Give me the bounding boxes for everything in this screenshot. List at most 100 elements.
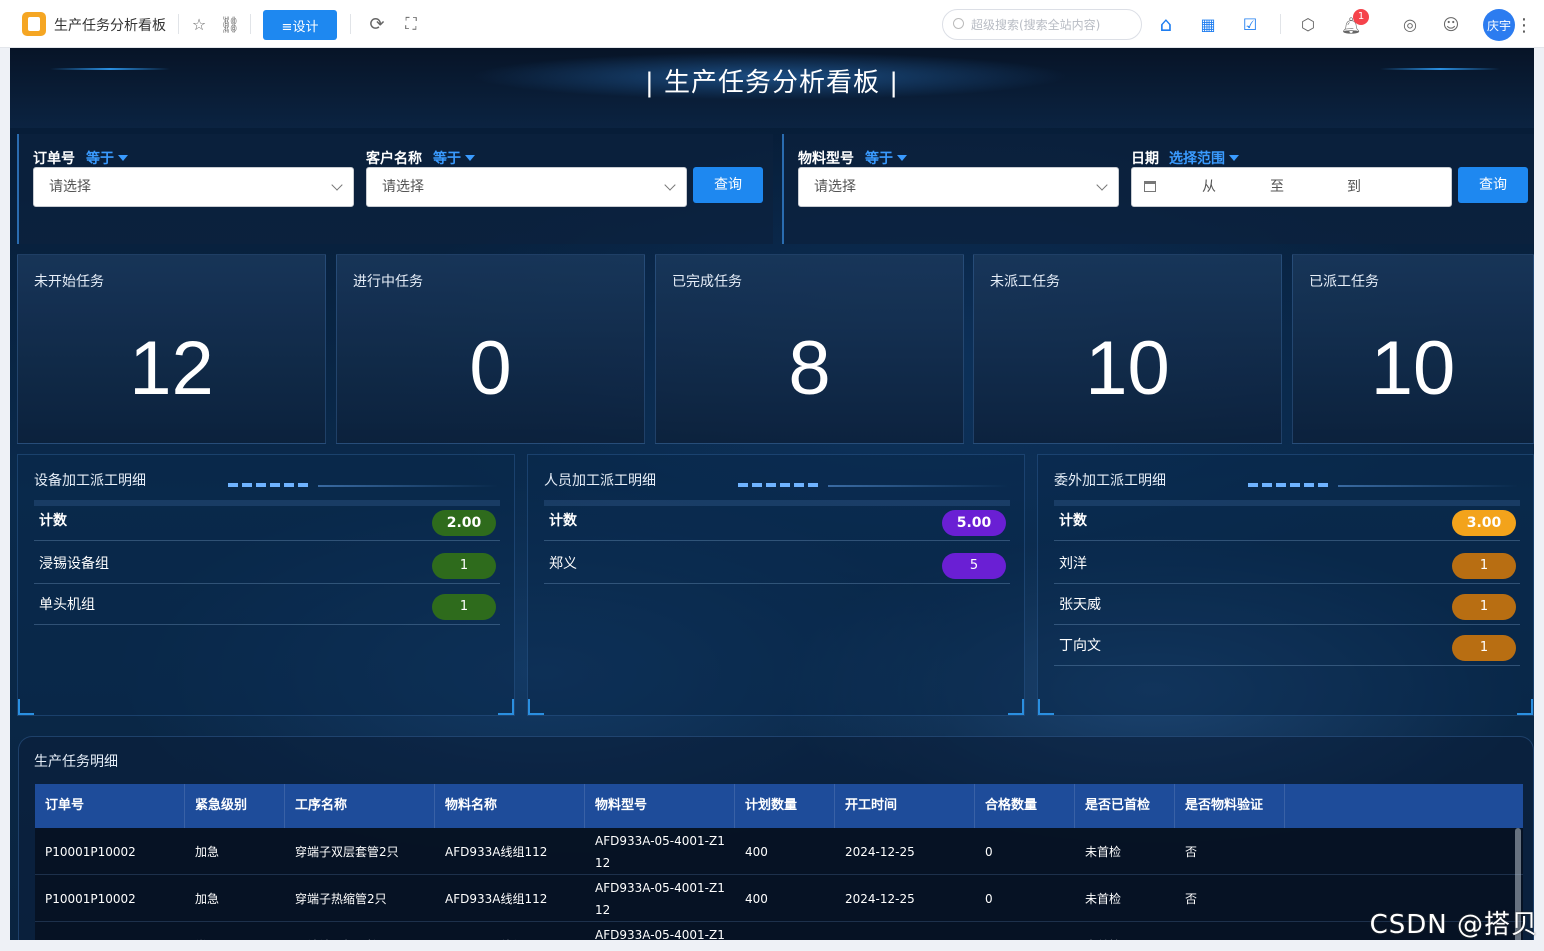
table-cell: 未首检 [1085, 891, 1122, 906]
table-cell: 400 [745, 844, 768, 859]
stat-label: 已完成任务 [672, 274, 742, 290]
star-icon[interactable]: ☆ [188, 13, 210, 35]
date-to: 到 [1347, 179, 1361, 195]
stat-value: 10 [1370, 326, 1456, 411]
table-cell: 2024-12-25 [845, 844, 915, 859]
material-operator[interactable]: 等于 [865, 148, 907, 168]
compass-icon[interactable]: ◎ [1399, 13, 1421, 35]
corner-deco [18, 699, 34, 715]
corner-deco [498, 699, 514, 715]
query-button[interactable]: 查询 [693, 167, 763, 203]
column-header[interactable]: 开工时间 [835, 784, 975, 828]
staff-assign-panel: 人员加工派工明细 计数 5.00 郑义 5 [527, 454, 1025, 716]
column-header[interactable]: 物料名称 [435, 784, 585, 828]
stat-card-not-started: 未开始任务 12 [17, 254, 326, 444]
column-header[interactable]: 紧急级别 [185, 784, 285, 828]
count-badge: 1 [432, 594, 496, 620]
table-cell: 0 [985, 891, 993, 906]
date-operator[interactable]: 选择范围 [1169, 148, 1239, 168]
table-cell: P10001P10002 [45, 844, 136, 859]
apps-icon[interactable]: ▦ [1197, 13, 1219, 35]
table-cell: P10001P10002 [45, 891, 136, 906]
more-icon[interactable]: ⋮ [1515, 14, 1533, 36]
title-deco [318, 485, 498, 487]
column-header[interactable]: 是否已首检 [1075, 784, 1175, 828]
stat-card-unassigned: 未派工任务 10 [973, 254, 1282, 444]
column-header[interactable]: 计划数量 [735, 784, 835, 828]
home-icon[interactable]: ⌂ [1155, 12, 1177, 36]
table-cell: AFD933A-05-4001-Z1 12 [595, 927, 725, 941]
date-from: 从 [1202, 179, 1216, 195]
select-placeholder: 请选择 [814, 179, 856, 195]
outsource-assign-panel: 委外加工派工明细 计数 3.00 刘洋 1 张天威 1 丁向文 1 [1037, 454, 1534, 716]
table-row[interactable]: P10001P10002 加急 穿端子热缩管2只 AFD933A线组112 AF… [35, 875, 1523, 922]
stat-label: 未派工任务 [990, 274, 1060, 290]
stat-card-completed: 已完成任务 8 [655, 254, 964, 444]
link-icon[interactable]: ⛓ [219, 13, 241, 35]
count-badge: 1 [1452, 635, 1516, 661]
table-row[interactable]: P10001P10002 加急 穿端子双层套管2只 AFD933A线组112 A… [35, 828, 1523, 875]
count-badge: 5.00 [942, 510, 1006, 536]
column-header[interactable]: 物料型号 [585, 784, 735, 828]
global-search-input[interactable]: 超级搜索(搜索全站内容) [942, 9, 1142, 40]
order-no-select[interactable]: 请选择 [33, 167, 354, 207]
fullscreen-icon[interactable]: ⛶ [400, 13, 422, 35]
table-cell: 0 [975, 922, 1075, 941]
select-placeholder: 请选择 [49, 179, 91, 195]
material-select[interactable]: 请选择 [798, 167, 1119, 207]
table-cell: AFD933A线组112 [435, 922, 585, 941]
title-deco [1338, 485, 1518, 487]
app-icon [22, 12, 46, 36]
stat-label: 已派工任务 [1309, 274, 1379, 290]
date-range-picker[interactable]: 从 至 到 [1131, 167, 1452, 207]
table-cell: 0 [985, 844, 993, 859]
title-deco [1248, 483, 1328, 487]
tasks-icon[interactable]: ☑ [1239, 13, 1261, 35]
search-icon [953, 18, 964, 29]
customer-select[interactable]: 请选择 [366, 167, 687, 207]
panel-title: 委外加工派工明细 [1054, 473, 1166, 489]
list-item: 计数 5.00 [544, 500, 1010, 541]
design-button[interactable]: ≡设计 [263, 10, 337, 40]
column-header[interactable]: 合格数量 [975, 784, 1075, 828]
table-cell: AFD933A线组112 [445, 891, 548, 906]
divider [250, 14, 251, 34]
panel-title: 人员加工派工明细 [544, 473, 656, 489]
row-name: 刘洋 [1059, 556, 1087, 572]
user-service-icon[interactable]: ☺ [1440, 13, 1462, 35]
table-cell: AFD933A线组112 [445, 844, 548, 859]
order-no-label: 订单号 [33, 151, 75, 167]
table-cell: 400 [735, 922, 835, 941]
column-header[interactable]: 工序名称 [285, 784, 435, 828]
count-badge: 5 [942, 553, 1006, 579]
table-cell: 2024-12-25 [835, 922, 975, 941]
column-header[interactable]: 订单号 [35, 784, 185, 828]
order-no-operator[interactable]: 等于 [86, 148, 128, 168]
notification-badge: 1 [1353, 9, 1369, 25]
list-item: 计数 2.00 [34, 500, 500, 541]
refresh-icon[interactable]: ⟳ [366, 13, 388, 35]
avatar[interactable]: 庆宇 [1483, 9, 1515, 41]
customer-operator[interactable]: 等于 [433, 148, 475, 168]
query-button[interactable]: 查询 [1458, 167, 1528, 203]
corner-deco [1008, 699, 1024, 715]
row-name: 计数 [39, 513, 67, 529]
filter-panel-left: 订单号 等于 请选择 客户名称 等于 请选择 查询 [17, 134, 773, 244]
table-cell: 常规 [185, 922, 285, 941]
stat-value: 8 [788, 326, 831, 411]
table-cell: 加急 [195, 891, 220, 906]
cube-icon[interactable]: ⬡ [1297, 13, 1319, 35]
row-name: 计数 [549, 513, 577, 529]
date-mid: 至 [1270, 179, 1284, 195]
table-row[interactable]: P10001P10002 常规 双端端子机压接 AFD933A线组112 AFD… [35, 922, 1523, 940]
panel-title: 生产任务明细 [34, 754, 118, 770]
corner-deco [528, 699, 544, 715]
row-name: 郑义 [549, 556, 577, 572]
stat-label: 未开始任务 [34, 274, 104, 290]
row-name: 浸锡设备组 [39, 556, 109, 572]
select-placeholder: 请选择 [382, 179, 424, 195]
column-header[interactable]: 是否物料验证 [1175, 784, 1285, 828]
table-cell: 双端端子机压接 [285, 922, 435, 941]
table-cell: 穿端子双层套管2只 [295, 844, 399, 859]
watermark: CSDN @搭贝 [1369, 910, 1538, 940]
